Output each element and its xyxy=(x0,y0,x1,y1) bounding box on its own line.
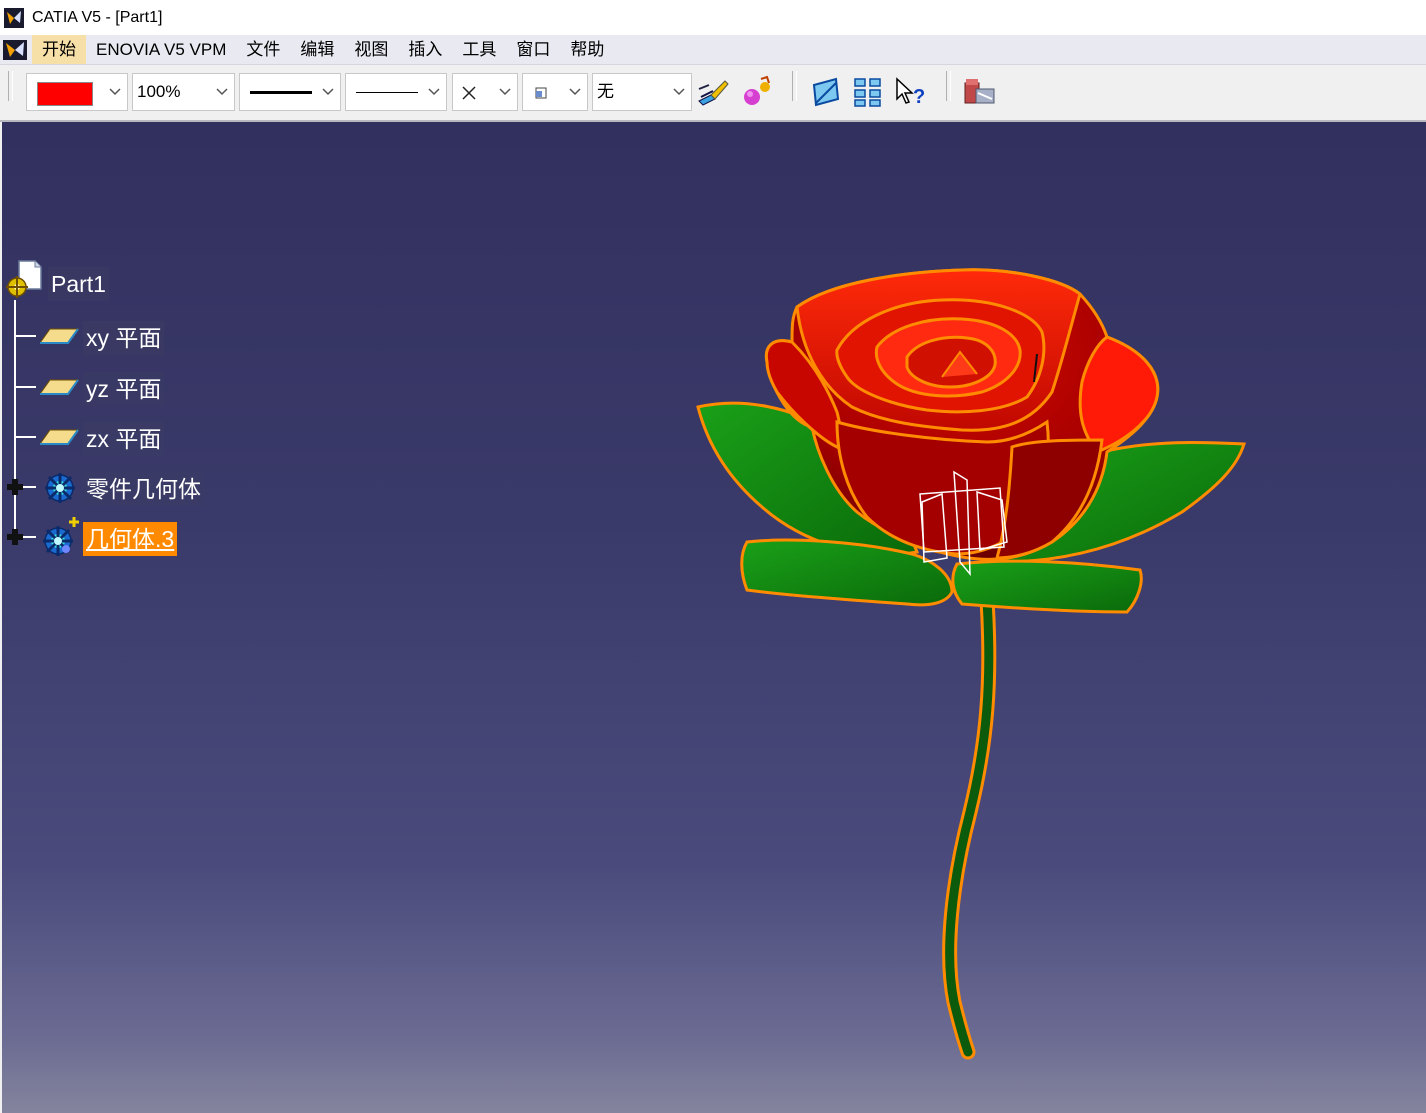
layer-icon xyxy=(535,87,547,99)
toolbar-grip[interactable] xyxy=(946,71,951,101)
menu-file[interactable]: 文件 xyxy=(236,35,290,64)
svg-text:?: ? xyxy=(913,86,925,108)
graphic-properties-toolbar: 100% 无 ? xyxy=(0,65,1426,122)
title-bar: CATIA V5 - [Part1] xyxy=(0,0,1426,35)
transparency-dropdown[interactable]: 100% xyxy=(132,73,235,111)
menu-start[interactable]: 开始 xyxy=(32,35,86,64)
transparency-value: 100% xyxy=(137,82,181,101)
menu-insert[interactable]: 插入 xyxy=(398,35,452,64)
menu-window[interactable]: 窗口 xyxy=(506,35,560,64)
layer-dropdown[interactable] xyxy=(522,73,588,111)
line-thickness-dropdown[interactable] xyxy=(239,73,341,111)
chevron-down-icon xyxy=(569,88,581,96)
rendering-style-dropdown[interactable]: 无 xyxy=(592,73,692,111)
chevron-down-icon xyxy=(109,88,121,96)
rendering-style-value: 无 xyxy=(597,82,614,101)
cross-symbol-icon xyxy=(462,86,476,100)
swap-visible-space-icon[interactable] xyxy=(808,75,844,109)
line-thickness-sample xyxy=(250,91,312,94)
menu-enovia[interactable]: ENOVIA V5 VPM xyxy=(86,35,236,64)
chevron-down-icon xyxy=(499,88,511,96)
toolbar-grip[interactable] xyxy=(792,71,797,101)
menu-edit[interactable]: 编辑 xyxy=(290,35,344,64)
toolbar-grip[interactable] xyxy=(8,71,13,101)
catia-logo-icon xyxy=(4,7,24,28)
menu-view[interactable]: 视图 xyxy=(344,35,398,64)
3d-viewport[interactable]: Part1 xy 平面 yz 平面 zx 平面 零件几何体 几何体.3 xyxy=(2,122,1426,1113)
color-dropdown[interactable] xyxy=(26,73,128,111)
line-type-dropdown[interactable] xyxy=(345,73,447,111)
chevron-down-icon xyxy=(673,88,685,96)
chevron-down-icon xyxy=(216,88,228,96)
window-title: CATIA V5 - [Part1] xyxy=(32,8,163,26)
rose-stem[interactable] xyxy=(942,592,997,1060)
line-type-sample xyxy=(356,92,418,93)
catia-menu-icon[interactable] xyxy=(2,39,28,61)
catalog-browser-icon[interactable] xyxy=(962,75,998,109)
rose-3d-model[interactable] xyxy=(2,122,1426,1113)
chevron-down-icon xyxy=(428,88,440,96)
menu-bar: 开始 ENOVIA V5 VPM 文件 编辑 视图 插入 工具 窗口 帮助 xyxy=(0,35,1426,65)
menu-tools[interactable]: 工具 xyxy=(452,35,506,64)
multi-view-icon[interactable] xyxy=(852,75,888,109)
color-swatch xyxy=(37,82,93,106)
menu-help[interactable]: 帮助 xyxy=(560,35,614,64)
chevron-down-icon xyxy=(322,88,334,96)
point-symbol-dropdown[interactable] xyxy=(452,73,518,111)
whats-this-help-icon[interactable]: ? xyxy=(893,75,929,109)
painter-brush-icon[interactable] xyxy=(695,75,731,109)
colored-ball-icon[interactable] xyxy=(739,75,775,109)
